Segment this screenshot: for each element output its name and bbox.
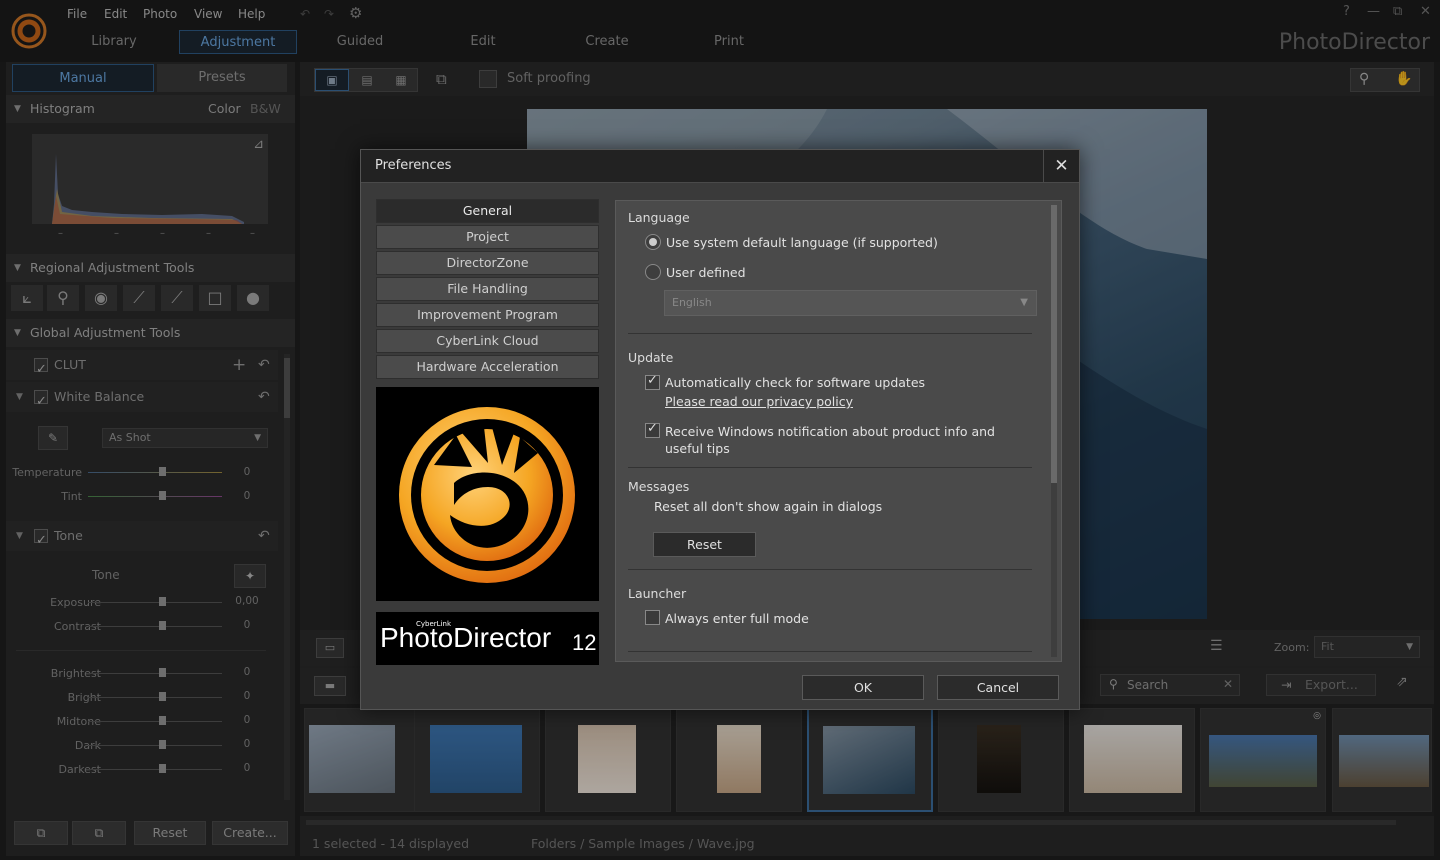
divider [628,467,1032,468]
dialog-title: Preferences [375,158,452,173]
settings-scrollbar[interactable] [1051,205,1057,657]
full-mode-checkbox[interactable] [645,610,660,625]
dialog-titlebar: Preferences ✕ [361,150,1079,183]
close-icon[interactable]: ✕ [1043,150,1079,183]
auto-update-checkbox[interactable] [645,373,660,390]
nav-project[interactable]: Project [376,225,599,249]
ok-button[interactable]: OK [802,675,924,700]
nav-directorzone[interactable]: DirectorZone [376,251,599,275]
user-defined-radio[interactable] [645,264,661,280]
auto-update-label[interactable]: Automatically check for software updates [665,375,925,390]
chevron-down-icon: ▼ [1020,297,1028,308]
scrollbar-thumb[interactable] [1051,205,1057,483]
brand-version: 12 [572,630,597,655]
full-mode-label[interactable]: Always enter full mode [665,611,809,626]
nav-improvement-program[interactable]: Improvement Program [376,303,599,327]
nav-hardware-acceleration[interactable]: Hardware Acceleration [376,355,599,379]
preferences-dialog: Preferences ✕ General Project DirectorZo… [360,149,1080,710]
nav-cyberlink-cloud[interactable]: CyberLink Cloud [376,329,599,353]
update-title: Update [628,350,674,365]
photodirector-wordmark: CyberLink PhotoDirector 12 [376,612,599,665]
windows-notification-checkbox[interactable] [645,421,660,438]
brand-name: PhotoDirector [380,622,552,653]
system-language-label[interactable]: Use system default language (if supporte… [666,235,938,250]
messages-reset-button[interactable]: Reset [653,532,756,557]
language-title: Language [628,210,690,225]
nav-general[interactable]: General [376,199,599,223]
windows-notification-label[interactable]: Receive Windows notification about produ… [665,423,1025,457]
messages-reset-text: Reset all don't show again in dialogs [654,499,883,514]
divider [628,651,1032,652]
language-select[interactable]: English ▼ [664,290,1037,316]
launcher-title: Launcher [628,586,687,601]
user-defined-label[interactable]: User defined [666,265,746,280]
privacy-policy-link[interactable]: Please read our privacy policy [665,394,853,409]
divider [628,333,1032,334]
divider [628,569,1032,570]
photodirector-logo [376,387,599,601]
general-settings-panel: Language Use system default language (if… [615,200,1062,662]
cancel-button[interactable]: Cancel [937,675,1059,700]
messages-title: Messages [628,479,690,494]
nav-file-handling[interactable]: File Handling [376,277,599,301]
system-language-radio[interactable] [645,234,661,250]
